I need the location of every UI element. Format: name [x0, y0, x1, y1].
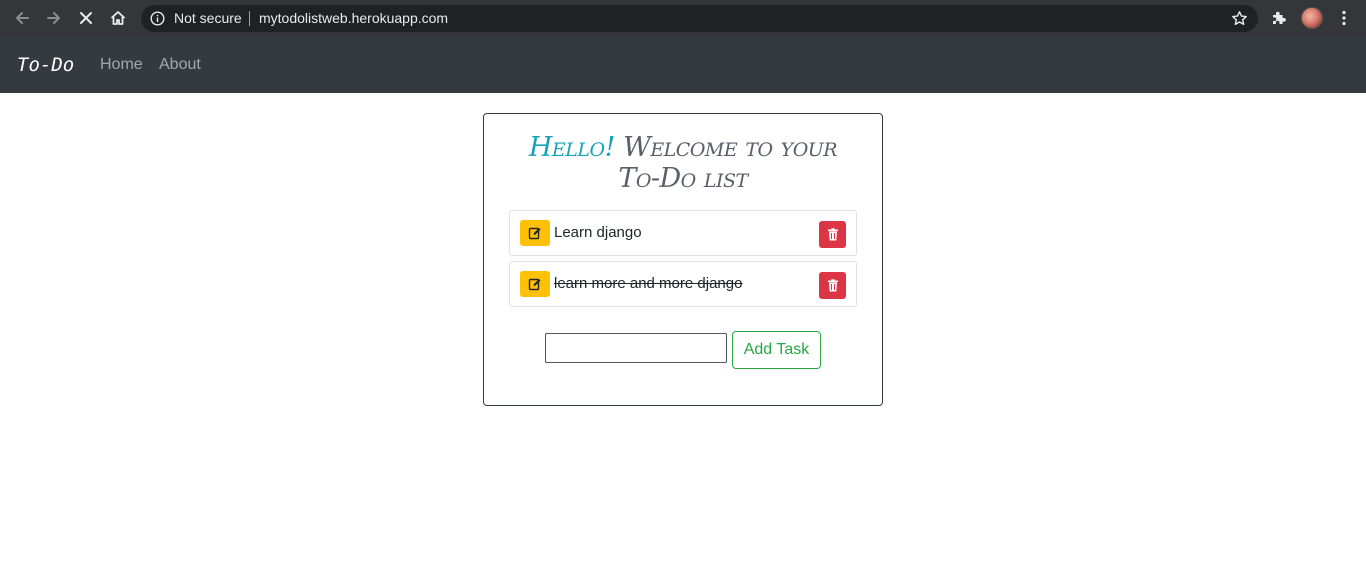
forward-button[interactable]: [42, 6, 66, 30]
security-label: Not secure: [174, 10, 242, 26]
edit-icon: [528, 278, 541, 291]
arrow-right-icon: [47, 12, 60, 24]
add-task-button[interactable]: Add Task: [732, 331, 821, 369]
trash-icon: [827, 228, 838, 241]
browser-toolbar: Not secure mytodolistweb.herokuapp.com: [0, 0, 1366, 37]
star-icon[interactable]: [1231, 10, 1248, 27]
edit-icon: [528, 227, 541, 240]
heading-welcome: Welcome to your: [623, 132, 838, 163]
welcome-heading: Hello! Welcome to your To-Do list: [484, 132, 882, 194]
task-text-completed: learn more and more django: [554, 275, 743, 292]
url-text[interactable]: mytodolistweb.herokuapp.com: [259, 5, 448, 32]
edit-task-button[interactable]: [520, 271, 550, 297]
home-button[interactable]: [106, 6, 130, 30]
profile-avatar[interactable]: [1301, 7, 1323, 29]
address-bar[interactable]: Not secure mytodolistweb.herokuapp.com: [141, 5, 1258, 32]
arrow-left-icon: [16, 12, 29, 24]
todo-card: Hello! Welcome to your To-Do list Learn …: [483, 113, 883, 406]
more-menu-icon[interactable]: [1338, 9, 1350, 27]
delete-task-button[interactable]: [819, 272, 846, 299]
edit-task-button[interactable]: [520, 220, 550, 246]
delete-task-button[interactable]: [819, 221, 846, 248]
stop-loading-button[interactable]: [74, 6, 98, 30]
new-task-input[interactable]: [545, 333, 727, 363]
task-item: learn more and more django: [509, 261, 857, 307]
info-icon[interactable]: [150, 11, 165, 26]
extensions-puzzle-icon[interactable]: [1270, 9, 1288, 27]
home-icon: [110, 11, 126, 25]
address-divider: [249, 11, 250, 26]
task-item: Learn django: [509, 210, 857, 256]
task-text: Learn django: [554, 224, 642, 241]
heading-todo-list: To-Do list: [618, 163, 748, 194]
close-icon: [80, 12, 92, 24]
nav-link-about[interactable]: About: [159, 37, 201, 93]
brand-logo[interactable]: To-Do: [17, 37, 74, 93]
trash-icon: [827, 279, 838, 292]
nav-link-home[interactable]: Home: [100, 37, 143, 93]
back-button[interactable]: [10, 6, 34, 30]
site-navbar: To-Do Home About: [0, 37, 1366, 93]
heading-hello: Hello!: [528, 132, 616, 163]
